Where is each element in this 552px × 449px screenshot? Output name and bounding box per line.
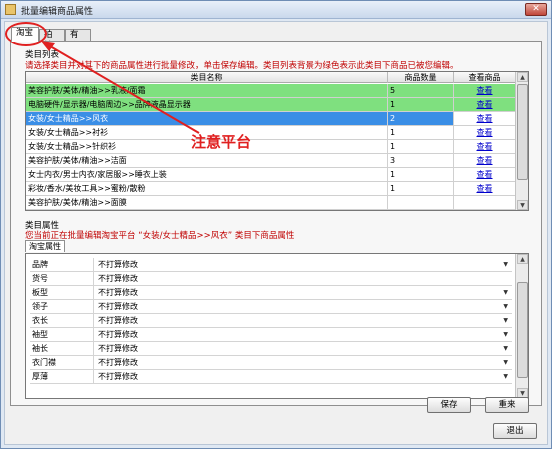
annotation-arrow-icon (41, 41, 200, 134)
tab-taobao[interactable]: 淘宝 (11, 27, 39, 42)
dialog-window: 批量编辑商品属性 ✕ 淘宝 拍拍 有啊 类目列表 请选择类目并对其下的商品属性进… (0, 0, 552, 449)
annotation-label: 注意平台 (191, 133, 252, 151)
